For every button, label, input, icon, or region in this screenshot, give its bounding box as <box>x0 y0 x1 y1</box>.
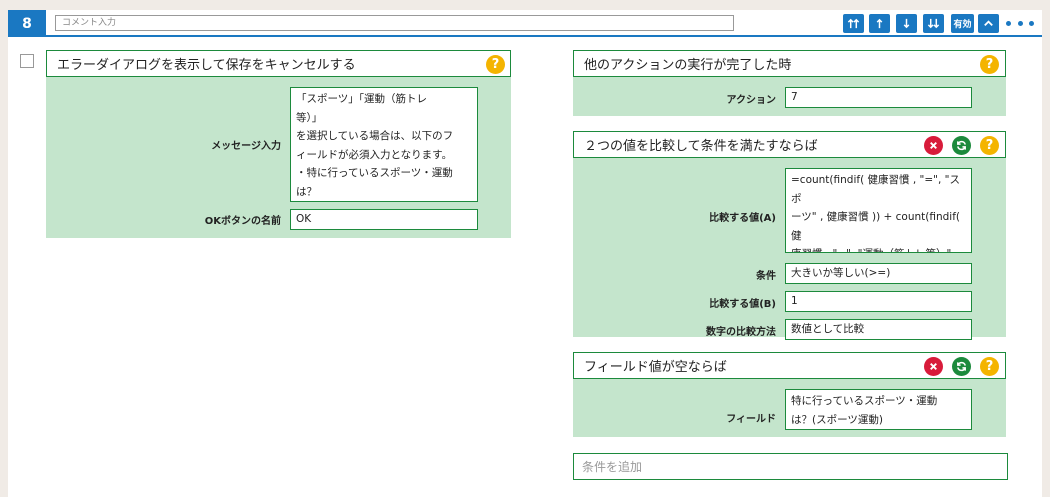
value-b-label: 比較する値(B) <box>709 299 776 310</box>
compare-values-title: ２つの値を比較して条件を満たすならば ? <box>573 131 1006 158</box>
value-a-label: 比較する値(A) <box>709 213 776 224</box>
action-panel: 8 有効 エラーダイアログを表示して保存をキャンセルする ? メッセ <box>8 10 1042 497</box>
close-icon <box>930 363 937 370</box>
compare-values-block: ２つの値を比較して条件を満たすならば ? 比較する値(A) =count(fin… <box>573 131 1006 340</box>
value-b-field[interactable]: 1 <box>785 291 972 312</box>
move-top-button[interactable] <box>843 14 864 33</box>
refresh-icon[interactable] <box>952 357 971 376</box>
more-options-button[interactable] <box>1006 14 1034 33</box>
compare-values-title-text: ２つの値を比較して条件を満たすならば <box>584 139 818 154</box>
chevron-up-icon <box>984 20 993 27</box>
value-a-field[interactable]: =count(findif( 健康習慣 , "=", "スポ ーツ" , 健康習… <box>785 168 972 253</box>
collapse-button[interactable] <box>978 14 999 33</box>
condition-select[interactable]: 大きいか等しい(>=) <box>785 263 972 284</box>
panel-header: 8 有効 <box>8 10 1042 37</box>
action-complete-block: 他のアクションの実行が完了した時 ? アクション 7 <box>573 50 1006 116</box>
add-condition-input[interactable]: 条件を追加 <box>573 453 1008 480</box>
cycle-icon <box>957 140 966 151</box>
move-top-icon <box>847 18 860 29</box>
help-icon[interactable]: ? <box>486 55 505 74</box>
action-complete-title-text: 他のアクションの実行が完了した時 <box>584 58 792 73</box>
error-dialog-title: エラーダイアログを表示して保存をキャンセルする ? <box>46 50 511 77</box>
message-field[interactable]: 「スポーツ」「運動（筋トレ 等）」 を選択している場合は、以下のフ ィールドが必… <box>290 87 478 202</box>
help-icon[interactable]: ? <box>980 357 999 376</box>
ok-button-label: OKボタンの名前 <box>204 216 281 227</box>
comment-input[interactable] <box>55 15 734 31</box>
error-dialog-block: エラーダイアログを表示して保存をキャンセルする ? メッセージ入力 「スポーツ」… <box>46 50 511 238</box>
help-icon[interactable]: ? <box>980 136 999 155</box>
delete-icon[interactable] <box>924 136 943 155</box>
action-field[interactable]: 7 <box>785 87 972 108</box>
action-number: 8 <box>8 10 46 37</box>
move-bottom-icon <box>927 18 940 29</box>
message-label: メッセージ入力 <box>211 141 281 152</box>
move-bottom-button[interactable] <box>923 14 944 33</box>
enabled-toggle-button[interactable]: 有効 <box>951 14 974 33</box>
more-dot-icon <box>1029 21 1034 26</box>
field-select[interactable]: 特に行っているスポーツ・運動 は？(スポーツ運動) <box>785 389 972 430</box>
compare-method-label: 数字の比較方法 <box>706 327 776 338</box>
arrow-down-icon <box>903 18 910 29</box>
help-icon[interactable]: ? <box>980 55 999 74</box>
action-complete-title: 他のアクションの実行が完了した時 ? <box>573 50 1006 77</box>
field-label: フィールド <box>726 414 776 425</box>
arrow-up-icon <box>876 18 883 29</box>
delete-icon[interactable] <box>924 357 943 376</box>
field-empty-title: フィールド値が空ならば ? <box>573 352 1006 379</box>
more-dot-icon <box>1006 21 1011 26</box>
field-empty-block: フィールド値が空ならば ? フィールド 特に行っているスポーツ・運動 は？(スポ… <box>573 352 1006 437</box>
select-checkbox[interactable] <box>20 54 34 68</box>
close-icon <box>930 142 937 149</box>
action-label: アクション <box>726 95 777 106</box>
error-dialog-title-text: エラーダイアログを表示して保存をキャンセルする <box>57 58 356 73</box>
more-dot-icon <box>1017 21 1023 26</box>
move-up-button[interactable] <box>869 14 890 33</box>
move-down-button[interactable] <box>896 14 917 33</box>
compare-method-select[interactable]: 数値として比較 <box>785 319 972 340</box>
cycle-icon <box>957 361 966 372</box>
condition-label: 条件 <box>756 271 776 282</box>
refresh-icon[interactable] <box>952 136 971 155</box>
field-empty-title-text: フィールド値が空ならば <box>584 360 727 375</box>
ok-button-name-field[interactable]: OK <box>290 209 478 230</box>
